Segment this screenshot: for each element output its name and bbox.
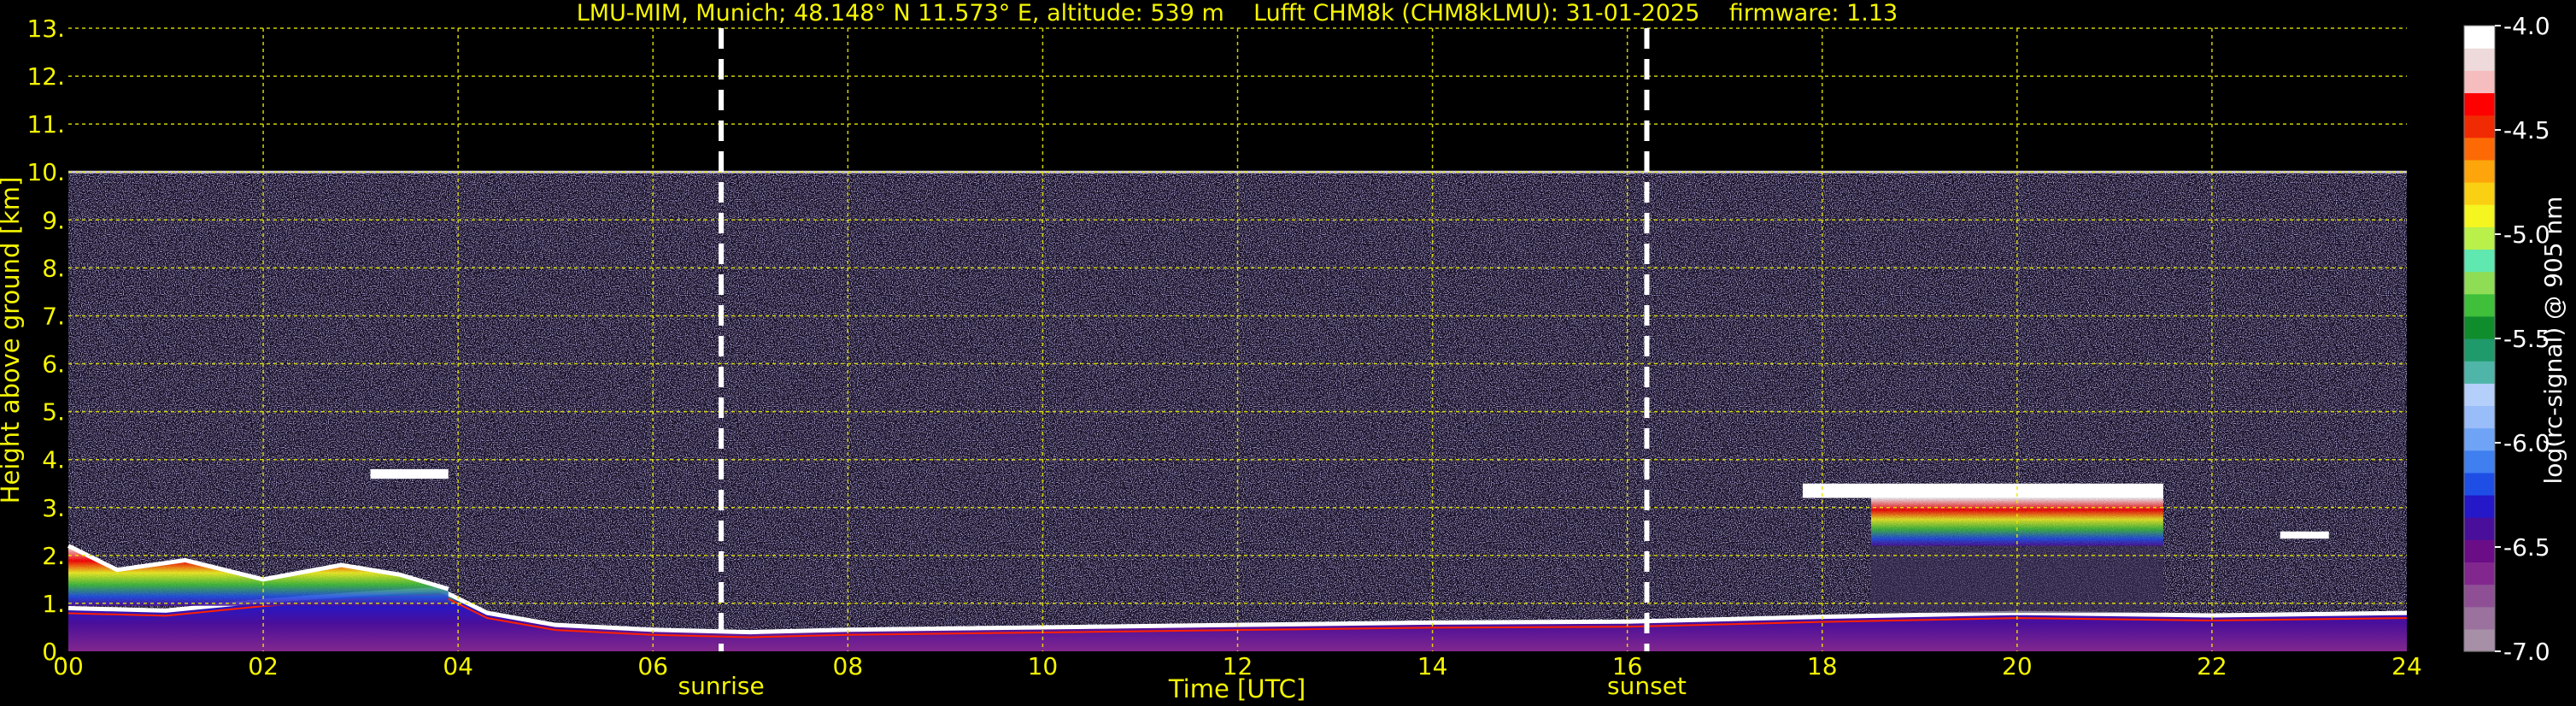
y-tick-label: 4. — [42, 446, 65, 474]
y-tick-label: 9. — [42, 206, 65, 234]
y-tick-label: 5. — [42, 398, 65, 427]
cloud-late — [2280, 531, 2329, 539]
colorbar-tick-label: -6.5 — [2503, 533, 2550, 562]
x-tick-label: 04 — [443, 652, 473, 680]
y-axis-label: Height above ground [km] — [0, 177, 25, 504]
ceilometer-chart: sunrise sunset 00 02 04 06 08 10 12 14 16 18 20 22 24… — [0, 0, 2567, 703]
x-axis-label: Time [UTC] — [1168, 674, 1306, 703]
colorbar-tick-label: -7.0 — [2503, 638, 2550, 666]
y-tick-label: 1. — [42, 590, 65, 618]
x-tick-label: 10 — [1028, 652, 1059, 680]
x-tick-label: 02 — [248, 652, 279, 680]
x-tick-label: 08 — [833, 652, 864, 680]
colorbar-swatch — [2464, 70, 2495, 94]
marker-label-sunrise: sunrise — [678, 672, 764, 700]
colorbar-swatch — [2464, 628, 2495, 652]
colorbar-tick-label: -4.0 — [2503, 12, 2550, 40]
colorbar-label: log(rc-signal) @ 905 nm — [2539, 197, 2567, 485]
x-tick-label: 22 — [2197, 652, 2227, 680]
colorbar-swatch — [2464, 182, 2495, 205]
x-tick-label: 24 — [2391, 652, 2422, 680]
y-tick-label: 11. — [26, 110, 65, 138]
colorbar-swatch — [2464, 427, 2495, 451]
cloud-midlevel-morning — [370, 468, 449, 479]
colorbar-swatch — [2464, 293, 2495, 317]
colorbar-swatch — [2464, 405, 2495, 429]
x-tick-label: 06 — [637, 652, 668, 680]
colorbar-swatch — [2464, 271, 2495, 295]
y-tick-label: 13. — [26, 15, 65, 43]
y-tick-label: 0. — [42, 638, 65, 666]
colorbar-swatch — [2464, 315, 2495, 339]
x-tick-label: 20 — [2002, 652, 2033, 680]
y-tick-label: 8. — [42, 254, 65, 282]
colorbar-swatch — [2464, 227, 2495, 250]
y-tick-label: 10. — [26, 158, 65, 186]
y-tick-label: 7. — [42, 302, 65, 330]
y-tick-label: 2. — [42, 542, 65, 570]
colorbar-swatch — [2464, 517, 2495, 540]
colorbar-swatch — [2464, 159, 2495, 183]
y-tick-label: 6. — [42, 350, 65, 379]
colorbar-swatch — [2464, 450, 2495, 474]
x-tick-label: 14 — [1417, 652, 1448, 680]
colorbar-swatch — [2464, 92, 2495, 116]
colorbar-swatch — [2464, 137, 2495, 161]
colorbar-swatch — [2464, 26, 2495, 49]
colorbar-swatch — [2464, 539, 2495, 563]
colorbar-swatch — [2464, 338, 2495, 362]
y-tick-label: 3. — [42, 494, 65, 522]
colorbar-swatch — [2464, 472, 2495, 496]
chart-title: LMU-MIM, Munich; 48.148° N 11.573° E, al… — [577, 0, 1898, 26]
colorbar-swatch — [2464, 562, 2495, 585]
colorbar-swatch — [2464, 204, 2495, 227]
x-tick-label: 18 — [1807, 652, 1838, 680]
colorbar-tick-label: -4.5 — [2503, 116, 2550, 144]
colorbar-swatch — [2464, 115, 2495, 138]
colorbar-swatch — [2464, 361, 2495, 384]
colorbar-swatch — [2464, 48, 2495, 71]
colorbar-swatch — [2464, 495, 2495, 518]
colorbar-swatch — [2464, 606, 2495, 630]
colorbar: -4.0-4.5-5.0-5.5-6.0-6.5-7.0 — [2463, 12, 2550, 666]
y-tick-label: 12. — [26, 62, 65, 91]
cloud-evening — [1802, 483, 2163, 498]
colorbar-swatch — [2464, 383, 2495, 407]
x-tick-label: 16 — [1612, 652, 1643, 680]
colorbar-swatch — [2464, 584, 2495, 608]
colorbar-swatch — [2464, 249, 2495, 273]
